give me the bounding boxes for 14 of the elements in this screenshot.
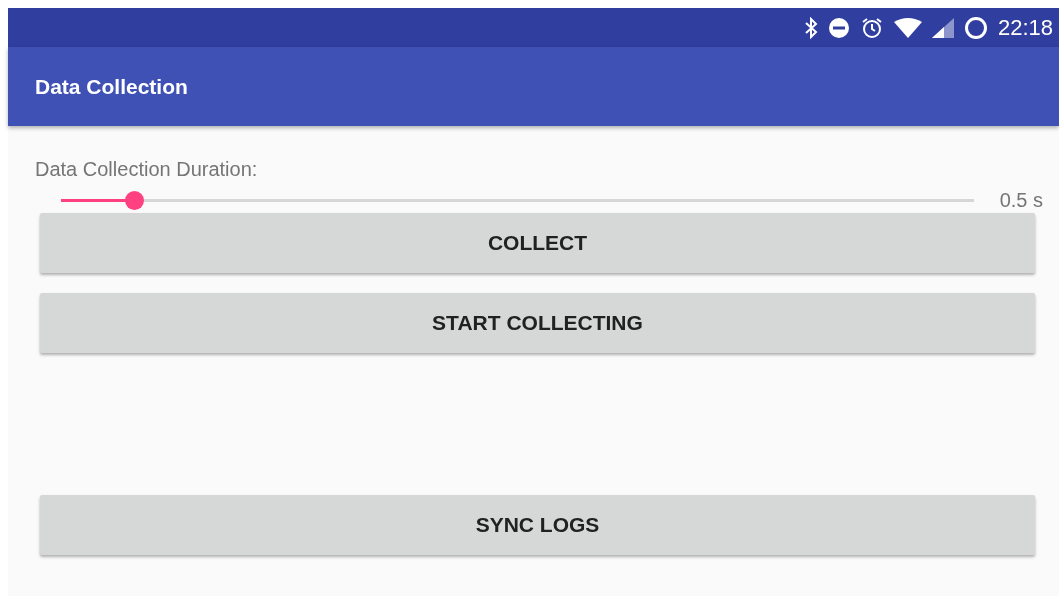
signal-icon [931, 17, 954, 38]
action-button[interactable]: START COLLECTING [40, 293, 1035, 353]
duration-slider[interactable] [61, 190, 974, 210]
status-time: 22:18 [997, 14, 1053, 41]
slider-thumb[interactable] [125, 190, 144, 210]
wifi-icon [893, 17, 922, 38]
app-title: Data Collection [35, 74, 188, 99]
duration-value: 0.5 s [999, 188, 1043, 212]
bluetooth-icon [803, 16, 818, 39]
duration-label: Data Collection Duration: [35, 158, 258, 181]
sync-button[interactable]: SYNC LOGS [40, 495, 1035, 555]
do-not-disturb-icon [827, 16, 850, 39]
action-button[interactable]: COLLECT [40, 213, 1035, 273]
battery-icon [963, 15, 988, 40]
